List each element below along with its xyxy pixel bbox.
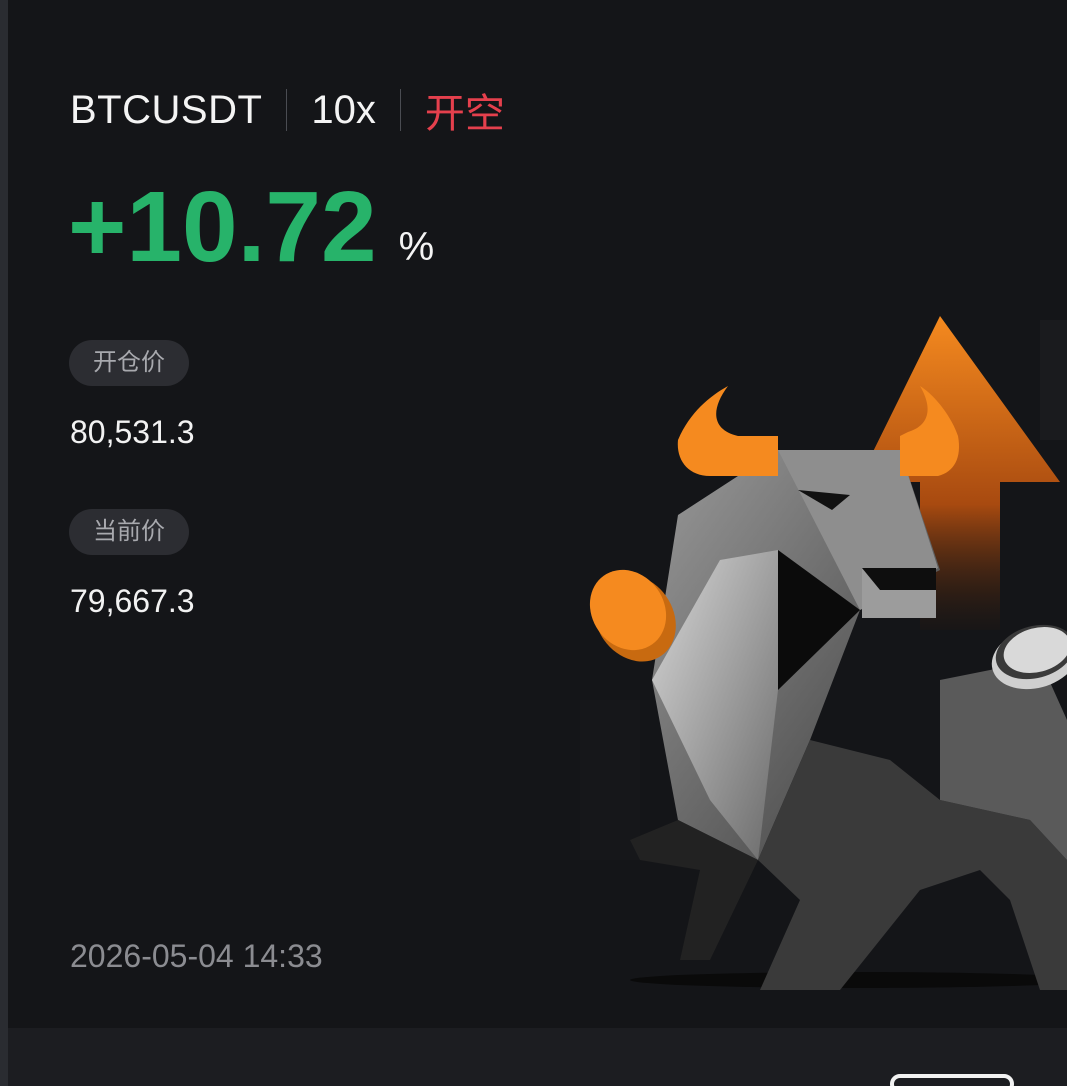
pnl-unit: % [398,225,435,269]
entry-price-value: 80,531.3 [70,414,195,450]
position-header: BTCUSDT 10x 开空 [70,82,505,138]
leverage-value: 10x [311,87,376,132]
left-horn-shape [677,386,778,476]
qr-code-icon[interactable] [890,1074,1014,1086]
pnl-value: +10.72 [68,171,377,283]
share-card-page: BTCUSDT 10x 开空 +10.72 % 开仓价 80,531.3 当前价… [0,0,1067,1086]
trading-pair: BTCUSDT [70,87,263,132]
current-price-value: 79,667.3 [70,583,195,619]
share-timestamp: 2026-05-04 14:33 [70,938,323,974]
pnl-percentage: +10.72 % [68,172,434,282]
position-side: 开空 [424,92,505,136]
current-price-label: 当前价 [69,509,189,555]
header-divider [399,89,401,131]
entry-price-label: 开仓价 [69,340,189,386]
bull-illustration-icon [580,316,1067,990]
header-divider [286,89,288,131]
background-panel-edge [0,0,8,1086]
